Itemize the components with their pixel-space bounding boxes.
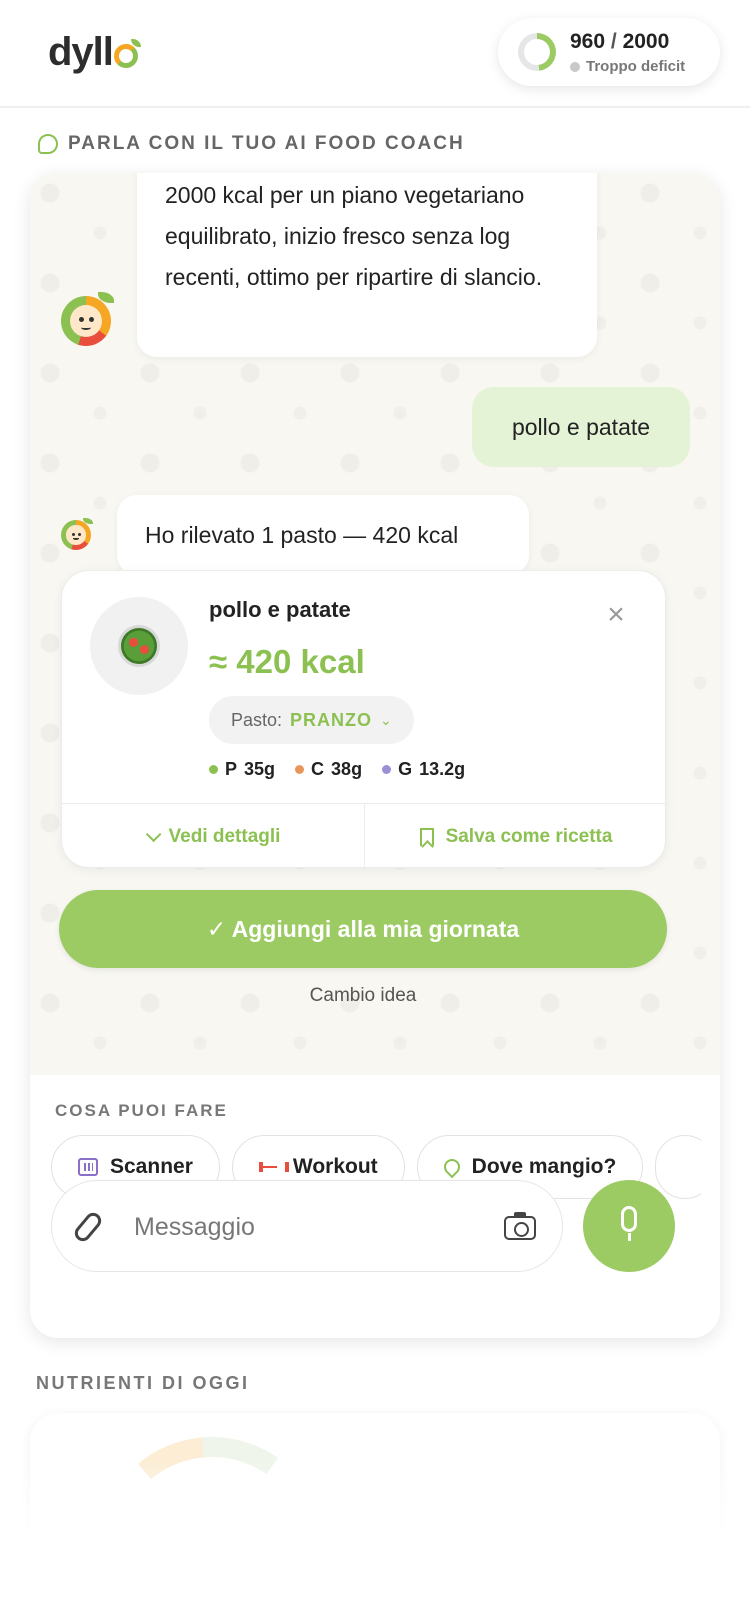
chat-section-title: PARLA CON IL TUO AI FOOD COACH bbox=[68, 133, 465, 154]
bot-message-text: Ho rilevato 1 pasto — 420 kcal bbox=[145, 521, 459, 548]
calorie-progress-ring-icon bbox=[518, 33, 556, 71]
bot-message-text: 2000 kcal per un piano vegetariano equil… bbox=[165, 182, 543, 290]
add-to-day-button[interactable]: ✓ Aggiungi alla mia giornata bbox=[59, 890, 667, 968]
change-mind-link[interactable]: Cambio idea bbox=[30, 985, 696, 1007]
meal-title: pollo e patate bbox=[209, 597, 351, 622]
logo-fruit-icon bbox=[113, 39, 141, 68]
chevron-down-icon bbox=[145, 826, 161, 843]
logo-text: dyll bbox=[48, 30, 114, 74]
chip-label: Scanner bbox=[110, 1155, 193, 1178]
app-screen: dyll 960 / 2000 Troppo deficit PARLA CON… bbox=[0, 0, 750, 1624]
macro-carbs: C 38g bbox=[295, 759, 362, 780]
status-dot-icon bbox=[570, 61, 580, 72]
save-recipe-button[interactable]: Salva come ricetta bbox=[364, 804, 667, 869]
top-header: dyll 960 / 2000 Troppo deficit bbox=[0, 0, 750, 108]
macro-value: 13.2g bbox=[419, 759, 466, 779]
macro-letter: C bbox=[311, 759, 325, 779]
actions-section-label: COSA PUOI FARE bbox=[55, 1101, 228, 1120]
user-message-text: pollo e patate bbox=[511, 413, 651, 440]
chat-section-label: PARLA CON IL TUO AI FOOD COACH bbox=[38, 133, 465, 155]
carbs-dot-icon bbox=[295, 765, 305, 774]
bot-message: Ho rilevato 1 pasto — 420 kcal bbox=[117, 495, 529, 575]
add-to-day-label: ✓ Aggiungi alla mia giornata bbox=[206, 915, 520, 942]
save-recipe-label: Salva come ricetta bbox=[445, 825, 613, 847]
detected-meal-card: pollo e patate × ≈ 420 kcal Pasto: PRANZ… bbox=[61, 570, 667, 869]
scanner-icon bbox=[78, 1158, 98, 1176]
meal-type-value: PRANZO bbox=[290, 709, 373, 730]
message-composer bbox=[51, 1180, 563, 1272]
calories-consumed: 960 bbox=[570, 30, 606, 53]
chat-conversation[interactable]: 2000 kcal per un piano vegetariano equil… bbox=[30, 173, 720, 1075]
more-chip[interactable] bbox=[655, 1135, 701, 1199]
calorie-status-text: Troppo deficit bbox=[586, 58, 686, 75]
nutrients-section-label: NUTRIENTI DI OGGI bbox=[36, 1373, 250, 1393]
coach-avatar-icon bbox=[61, 292, 114, 346]
macro-value: 35g bbox=[244, 759, 276, 779]
calorie-status: Troppo deficit bbox=[570, 58, 685, 75]
chevron-down-icon: ⌄ bbox=[380, 711, 392, 728]
coach-avatar-small-icon bbox=[61, 517, 93, 550]
protein-dot-icon bbox=[209, 765, 218, 774]
calorie-counter: 960 / 2000 bbox=[570, 30, 669, 54]
meal-calories: ≈ 420 kcal bbox=[209, 643, 365, 680]
meal-card-actions: Vedi dettagli Salva come ricetta bbox=[62, 803, 667, 869]
camera-icon[interactable] bbox=[504, 1212, 536, 1240]
meal-type-label: Pasto: bbox=[231, 709, 283, 730]
macro-fat: G 13.2g bbox=[382, 759, 465, 780]
app-logo[interactable]: dyll bbox=[48, 30, 141, 75]
voice-input-button[interactable] bbox=[583, 1180, 675, 1272]
view-details-button[interactable]: Vedi dettagli bbox=[62, 804, 364, 869]
chat-card: 2000 kcal per un piano vegetariano equil… bbox=[30, 173, 720, 1338]
microphone-icon bbox=[621, 1206, 637, 1241]
chip-label: Dove mangio? bbox=[471, 1155, 617, 1178]
bookmark-icon bbox=[419, 827, 434, 846]
salad-plate-icon bbox=[118, 625, 160, 667]
macro-summary: P 35g C 38g G 13.2g bbox=[209, 759, 465, 780]
chip-label: Workout bbox=[292, 1155, 378, 1178]
close-icon[interactable]: × bbox=[602, 600, 630, 630]
message-input[interactable] bbox=[134, 1205, 484, 1249]
view-details-label: Vedi dettagli bbox=[168, 825, 281, 847]
paperclip-icon[interactable] bbox=[71, 1209, 105, 1245]
fat-dot-icon bbox=[382, 765, 392, 774]
dumbbell-icon bbox=[258, 1162, 289, 1172]
calorie-summary-pill[interactable]: 960 / 2000 Troppo deficit bbox=[498, 18, 720, 86]
bottom-fade bbox=[0, 1460, 750, 1624]
calories-separator: / bbox=[610, 30, 617, 53]
change-mind-label: Cambio idea bbox=[309, 985, 417, 1006]
meal-thumbnail bbox=[90, 597, 188, 695]
macro-value: 38g bbox=[331, 759, 363, 779]
macro-letter: G bbox=[398, 759, 413, 779]
map-pin-icon bbox=[440, 1155, 463, 1179]
user-message: pollo e patate bbox=[472, 387, 690, 467]
macro-letter: P bbox=[225, 759, 238, 779]
macro-protein: P 35g bbox=[209, 759, 275, 780]
bot-message: 2000 kcal per un piano vegetariano equil… bbox=[137, 173, 597, 357]
chat-bubble-icon bbox=[38, 134, 58, 154]
calories-target: 2000 bbox=[622, 30, 670, 53]
meal-type-dropdown[interactable]: Pasto: PRANZO ⌄ bbox=[209, 696, 414, 744]
